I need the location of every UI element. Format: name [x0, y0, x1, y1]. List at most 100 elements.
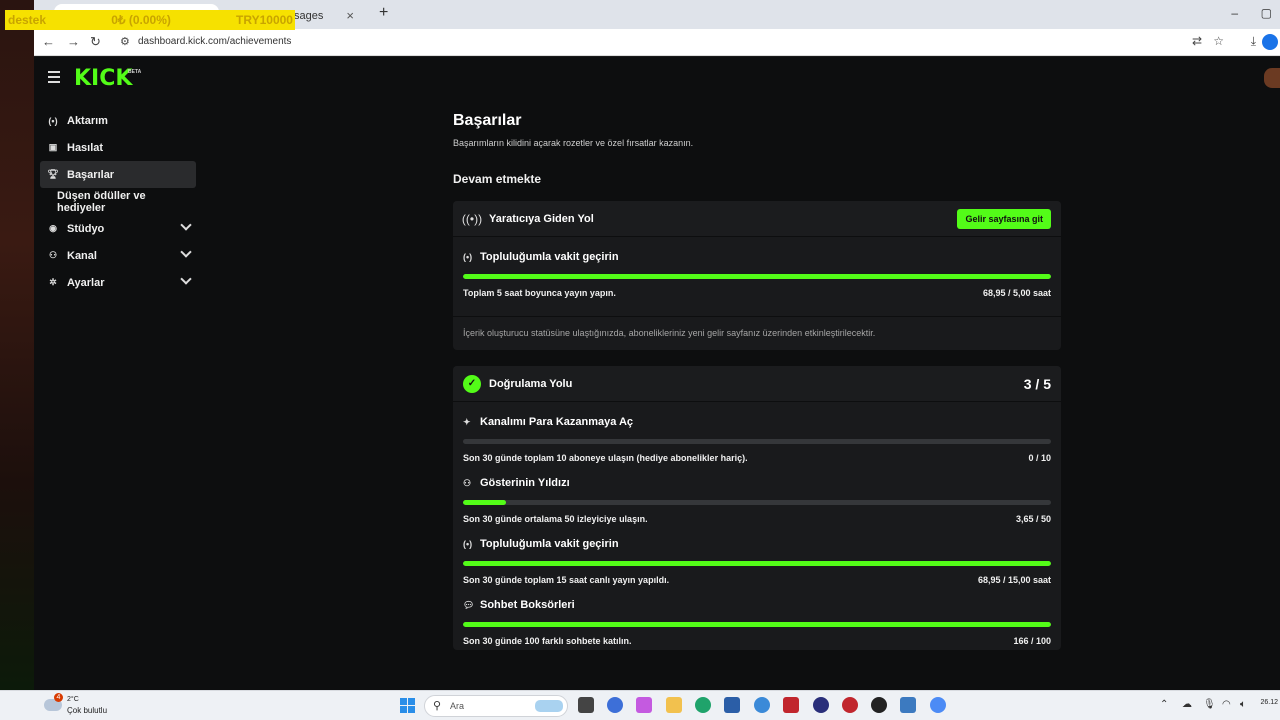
download-icon[interactable]: ⤓ — [1251, 34, 1256, 49]
goal-description: Son 30 günde 100 farklı sohbete katılın. — [463, 636, 632, 646]
broadcast-icon: (•) — [48, 115, 58, 126]
chevron-down-icon[interactable] — [180, 273, 192, 285]
kick-logo[interactable]: KICK — [74, 66, 132, 91]
sidebar-item-studyo[interactable]: ◉ Stüdyo — [40, 215, 196, 242]
outlook-icon[interactable] — [754, 697, 770, 713]
sidebar-item-dusen-oduller[interactable]: Düşen ödüller ve hediyeler — [40, 188, 196, 215]
goal-title: Gösterinin Yıldızı — [480, 477, 570, 489]
card-title: Yaratıcıya Giden Yol — [489, 212, 594, 225]
ticker-target: TRY10000 — [236, 13, 293, 27]
verified-badge-icon: ✓ — [463, 374, 481, 393]
goal-description: Son 30 günde ortalama 50 izleyiciye ulaş… — [463, 514, 648, 524]
goal-progress-text: 3,65 / 50 — [1015, 514, 1051, 524]
url-field[interactable]: dashboard.kick.com/achievements — [138, 36, 291, 47]
notification-badge: 4 — [54, 693, 63, 702]
goal-progress-text: 68,95 / 15,00 saat — [977, 575, 1051, 585]
app-icon[interactable] — [871, 697, 887, 713]
progress-bar — [463, 274, 1051, 279]
sidebar-item-kanal[interactable]: ⚇ Kanal — [40, 242, 196, 269]
sidebar-item-label: Kanal — [67, 249, 97, 262]
chevron-down-icon[interactable] — [180, 246, 192, 258]
search-icon: ⚲ — [433, 700, 442, 712]
ticker-name: destek — [8, 13, 47, 27]
close-icon[interactable]: × — [346, 8, 354, 23]
copilot-icon[interactable] — [636, 697, 652, 713]
beta-label: BETA — [128, 69, 142, 75]
sidebar-item-ayarlar[interactable]: ✲ Ayarlar — [40, 269, 196, 296]
card-header: ✓ Doğrulama Yolu 3 / 5 — [453, 366, 1061, 402]
edge-icon[interactable] — [695, 697, 711, 713]
achievement-card-creator-path: ((•)) Yaratıcıya Giden Yol Gelir sayfası… — [453, 201, 1061, 350]
network-icon[interactable]: ☁ — [1182, 699, 1192, 710]
goal-item: 💬︎ Sohbet Boksörleri Son 30 günde 100 far… — [453, 589, 1061, 650]
task-view-icon[interactable] — [578, 697, 594, 713]
windows-start-icon[interactable] — [400, 698, 415, 713]
chevron-up-icon[interactable]: ⌃ — [1160, 699, 1168, 710]
chevron-down-icon[interactable] — [180, 219, 192, 231]
wifi-icon[interactable]: ◠ — [1222, 699, 1231, 710]
app-icon[interactable] — [607, 697, 623, 713]
goal-title: Topluluğumla vakit geçirin — [480, 538, 619, 550]
card-title: Doğrulama Yolu — [489, 377, 573, 390]
chrome-icon[interactable] — [930, 697, 946, 713]
goal-progress-text: 0 / 10 — [1028, 453, 1051, 463]
stock-ticker-overlay: destek 0₺ (0.00%) TRY10000 — [5, 10, 295, 30]
sidebar-item-label: Stüdyo — [67, 222, 105, 235]
tab-label: sages — [294, 10, 324, 22]
profile-avatar[interactable] — [1262, 34, 1278, 50]
sparkle-icon: ✦ — [463, 416, 471, 427]
volume-icon[interactable]: 🔈︎ — [1240, 699, 1246, 710]
user-avatar[interactable] — [1264, 68, 1280, 88]
broadcast-icon: (•) — [463, 539, 473, 549]
restore-button[interactable]: ▢ — [1261, 6, 1272, 20]
hamburger-menu-icon[interactable] — [48, 71, 60, 86]
app-icon[interactable] — [813, 697, 829, 713]
kick-dashboard: KICK BETA (•) Aktarım ▣ Hasılat 🏆︎ Başar… — [34, 57, 1280, 690]
sidebar-item-label: Ayarlar — [67, 276, 105, 289]
back-arrow-icon[interactable]: ← — [42, 34, 55, 49]
page-subtitle: Başarımların kilidini açarak rozetler ve… — [453, 138, 694, 148]
taskbar-search[interactable]: ⚲ Ara — [424, 695, 568, 717]
sidebar-item-label: Aktarım — [67, 114, 108, 127]
sidebar-item-aktarim[interactable]: (•) Aktarım — [40, 107, 196, 134]
app-icon[interactable] — [900, 697, 916, 713]
progress-bar — [463, 439, 1051, 444]
users-icon: ⚇ — [48, 250, 58, 260]
forward-arrow-icon[interactable]: → — [67, 34, 80, 49]
app-icon[interactable] — [783, 697, 799, 713]
broadcast-icon: ((•)) — [461, 211, 483, 226]
progress-bar — [463, 622, 1051, 627]
sidebar-item-basarilar[interactable]: 🏆︎ Başarılar — [40, 161, 196, 188]
minimize-button[interactable]: – — [1231, 6, 1238, 20]
section-title: Devam etmekte — [453, 172, 542, 186]
weather-temperature: 2°C — [67, 696, 79, 703]
users-icon: ⚇ — [463, 477, 472, 488]
reload-icon[interactable]: ↻ — [90, 34, 101, 50]
search-highlight-icon — [535, 700, 563, 712]
sidebar-item-hasilat[interactable]: ▣ Hasılat — [40, 134, 196, 161]
new-tab-button[interactable]: + — [379, 4, 388, 22]
translate-icon[interactable]: ⇄ — [1192, 34, 1202, 48]
store-icon[interactable] — [724, 697, 740, 713]
clock[interactable]: 26.12 — [1260, 699, 1278, 706]
site-settings-icon[interactable]: ⚙ — [120, 35, 130, 48]
gear-icon: ✲ — [49, 277, 57, 287]
microphone-icon[interactable]: 🎙︎ — [1203, 699, 1216, 710]
address-bar: ← → ↻ ⚙ dashboard.kick.com/achievements … — [34, 29, 1280, 56]
goal-title: Sohbet Boksörleri — [480, 599, 575, 611]
desktop-background — [0, 0, 34, 690]
studio-icon: ◉ — [49, 223, 57, 233]
goal-progress-text: 166 / 100 — [1013, 636, 1051, 646]
achievements-main: Başarılar Başarımların kilidini açarak r… — [453, 112, 1061, 666]
page-title: Başarılar — [453, 112, 522, 129]
goal-item: (•) Topluluğumla vakit geçirin Toplam 5 s… — [453, 237, 1061, 302]
goal-title: Topluluğumla vakit geçirin — [480, 251, 619, 263]
app-icon[interactable] — [842, 697, 858, 713]
weather-description: Çok bulutlu — [67, 706, 108, 715]
goal-item: (•) Topluluğumla vakit geçirin Son 30 gün… — [453, 528, 1061, 589]
go-to-revenue-button[interactable]: Gelir sayfasına git — [957, 208, 1051, 229]
bookmark-star-icon[interactable]: ☆ — [1213, 34, 1224, 48]
file-explorer-icon[interactable] — [666, 697, 682, 713]
goal-description: Toplam 5 saat boyunca yayın yapın. — [463, 288, 616, 298]
progress-bar — [463, 561, 1051, 566]
